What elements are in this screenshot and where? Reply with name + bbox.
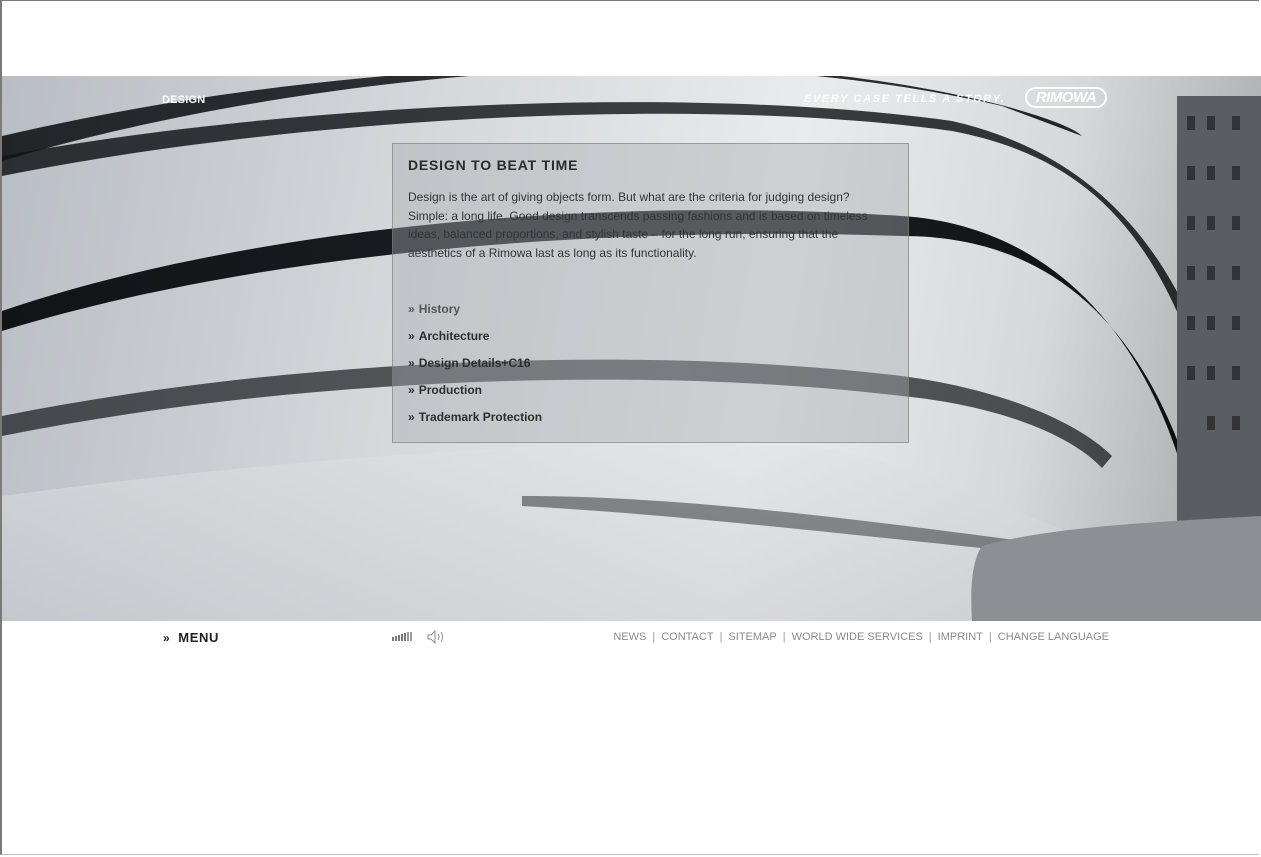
link-arrow: »	[408, 383, 415, 397]
subsection-links: » History » Architecture » Design Details+C…	[408, 302, 542, 437]
link-arrow: »	[408, 302, 415, 316]
volume-bar	[404, 633, 406, 641]
brand-tagline: EVERY CASE TELLS A STORY.	[804, 93, 1006, 105]
volume-bar	[395, 636, 397, 641]
nav-separator: |	[652, 631, 656, 643]
link-label: Design Details+C16	[418, 356, 531, 370]
footer-link-change-language[interactable]: CHANGE LANGUAGE	[998, 631, 1109, 643]
link-arrow: »	[408, 329, 415, 343]
menu-label: MENU	[178, 630, 219, 645]
volume-bar	[392, 637, 394, 641]
menu-button[interactable]: » MENU	[163, 630, 219, 645]
footer-link-imprint[interactable]: IMPRINT	[938, 631, 983, 643]
panel-title: DESIGN TO BEAT TIME	[408, 157, 579, 173]
link-production[interactable]: » Production	[408, 383, 542, 410]
footer-link-news[interactable]: NEWS	[613, 631, 646, 643]
footer-nav: NEWS | CONTACT | SITEMAP | WORLD WIDE SE…	[613, 631, 1109, 643]
link-arrow: »	[408, 410, 415, 424]
content-panel: DESIGN TO BEAT TIME Design is the art of…	[392, 143, 909, 443]
link-label: Architecture	[418, 329, 490, 343]
link-label: Trademark Protection	[418, 410, 543, 424]
nav-separator: |	[988, 631, 992, 643]
volume-level-bars[interactable]	[392, 632, 412, 641]
link-label: Production	[418, 383, 483, 397]
footer-link-world-wide-services[interactable]: WORLD WIDE SERVICES	[792, 631, 923, 643]
link-label: History	[418, 302, 461, 316]
footer-link-contact[interactable]: CONTACT	[661, 631, 713, 643]
volume-bar	[398, 635, 400, 641]
link-history[interactable]: » History	[408, 302, 542, 329]
volume-bar	[401, 634, 403, 641]
section-label: DESIGN	[162, 94, 206, 106]
menu-arrow: »	[163, 631, 171, 645]
link-design-details[interactable]: » Design Details+C16	[408, 356, 542, 383]
nav-separator: |	[719, 631, 723, 643]
speaker-icon[interactable]	[427, 629, 447, 649]
logo-text: RIMOWA	[1035, 89, 1097, 106]
volume-bar	[410, 632, 412, 641]
nav-separator: |	[928, 631, 932, 643]
volume-bar	[407, 632, 409, 641]
link-architecture[interactable]: » Architecture	[408, 329, 542, 356]
link-arrow: »	[408, 356, 415, 370]
rimowa-logo[interactable]: RIMOWA	[1025, 87, 1107, 108]
panel-body-text: Design is the art of giving objects form…	[408, 190, 868, 260]
nav-separator: |	[782, 631, 786, 643]
footer-link-sitemap[interactable]: SITEMAP	[728, 631, 776, 643]
link-trademark-protection[interactable]: » Trademark Protection	[408, 410, 542, 437]
